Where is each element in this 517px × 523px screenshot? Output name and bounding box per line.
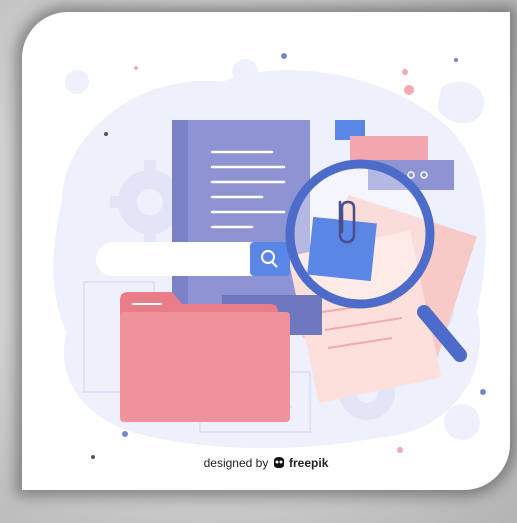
dot (454, 58, 458, 62)
freepik-logo-icon (272, 456, 286, 472)
search-button (250, 242, 290, 276)
attribution: designed by freepik (22, 456, 510, 472)
small-blob-left (65, 70, 89, 94)
blob-right (437, 81, 485, 124)
search-bar (96, 242, 276, 276)
folder-front (120, 312, 290, 422)
blob-bottom-right (444, 404, 480, 440)
illustration-card: designed by freepik (22, 12, 510, 490)
dot (402, 69, 408, 75)
dot (397, 447, 403, 453)
dot (404, 85, 414, 95)
dot (122, 431, 128, 437)
dot (134, 66, 138, 70)
search-documents-illustration (53, 53, 486, 459)
attribution-brand: freepik (289, 456, 329, 470)
attribution-prefix: designed by (203, 456, 269, 470)
dot (480, 389, 486, 395)
small-blob-top (232, 59, 258, 85)
dot (281, 53, 287, 59)
dot (104, 132, 108, 136)
